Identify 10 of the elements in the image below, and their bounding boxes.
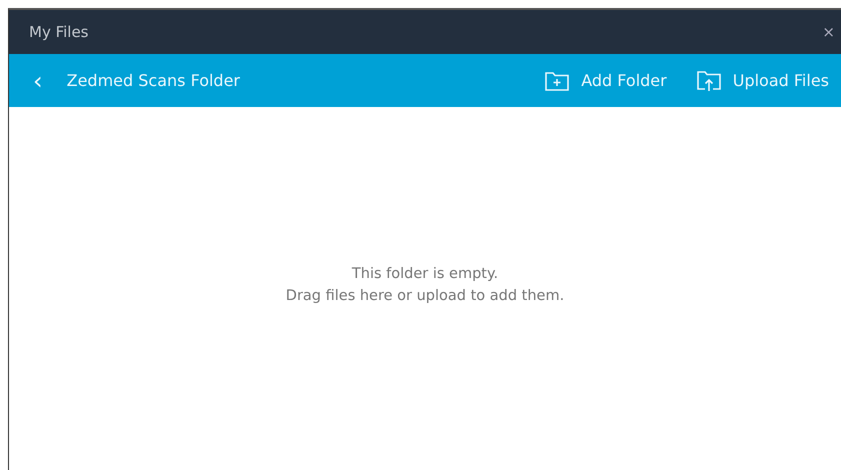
empty-message: This folder is empty.	[352, 266, 498, 282]
window-title: My Files	[29, 23, 89, 41]
folder-plus-icon	[545, 70, 570, 90]
empty-message: Drag files here or upload to add them.	[286, 288, 564, 304]
upload-files-button[interactable]: Upload Files	[696, 70, 829, 92]
folder-name: Zedmed Scans Folder	[66, 71, 242, 90]
folder-upload-icon	[696, 70, 721, 92]
back-button[interactable]: ‹	[29, 68, 47, 92]
add-folder-button[interactable]: Add Folder	[545, 70, 667, 92]
close-button[interactable]: ×	[816, 23, 841, 41]
